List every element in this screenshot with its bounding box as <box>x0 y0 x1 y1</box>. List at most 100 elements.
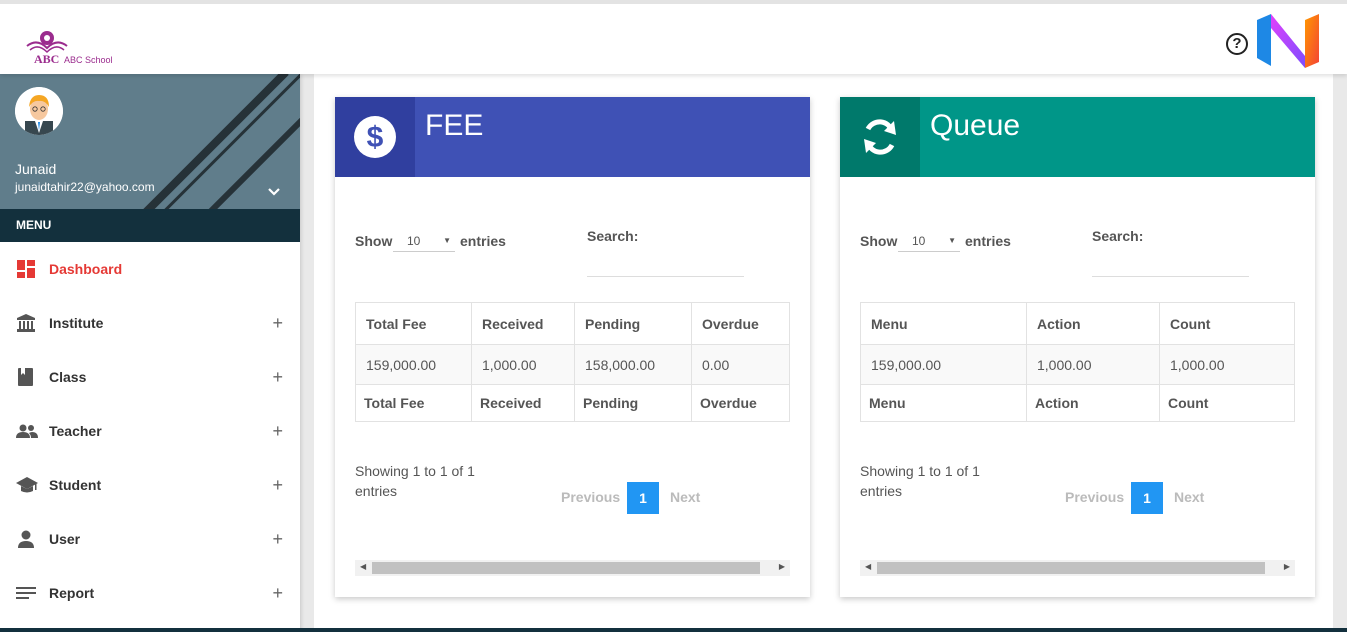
table-header-row: Menu Action Count <box>860 302 1295 345</box>
queue-card-header: Queue <box>840 97 1315 177</box>
expand-plus-icon[interactable]: + <box>272 583 283 604</box>
bottom-strip <box>0 628 1347 632</box>
people-icon <box>16 421 38 441</box>
horizontal-scrollbar[interactable]: ◀ ▶ <box>860 560 1295 576</box>
table-row: 159,000.00 1,000.00 158,000.00 0.00 <box>355 344 790 385</box>
logo-school-text: ABC School <box>64 55 113 65</box>
column-footer: Pending <box>574 384 692 422</box>
column-header[interactable]: Received <box>471 302 575 345</box>
expand-plus-icon[interactable]: + <box>272 475 283 496</box>
table-cell: 1,000.00 <box>1159 344 1295 385</box>
sidebar-item-user[interactable]: User + <box>0 512 300 566</box>
previous-page-button[interactable]: Previous <box>1065 489 1124 505</box>
entries-label: entries <box>965 233 1011 249</box>
current-page-button[interactable]: 1 <box>627 482 659 514</box>
help-icon[interactable]: ? <box>1226 33 1248 55</box>
sidebar-item-dashboard[interactable]: Dashboard <box>0 242 300 296</box>
sidebar-item-label: Institute <box>49 315 104 331</box>
table-info-line: Showing 1 to 1 of 1 <box>355 463 475 479</box>
menu-heading: MENU <box>0 209 300 242</box>
sidebar-item-label: Student <box>49 477 102 493</box>
fee-card-title: FEE <box>425 109 484 142</box>
scrollbar-thumb[interactable] <box>372 562 760 574</box>
sidebar-item-label: Dashboard <box>49 261 123 277</box>
column-footer: Menu <box>860 384 1027 422</box>
logo-abc-text: ABC <box>34 52 60 66</box>
sidebar-item-label: Class <box>49 369 87 385</box>
table-footer-row: Total Fee Received Pending Overdue <box>355 384 790 422</box>
search-input[interactable] <box>587 276 744 277</box>
column-header[interactable]: Overdue <box>691 302 790 345</box>
main-content: $ FEE Show 10 ▼ entries Search: Total Fe… <box>314 74 1333 632</box>
entries-select[interactable]: 10 ▼ <box>898 230 960 252</box>
table-info: Showing 1 to 1 of 1 entries <box>860 461 980 501</box>
scroll-right-icon[interactable]: ▶ <box>1284 562 1290 571</box>
show-label: Show <box>355 233 393 249</box>
book-icon <box>16 367 36 387</box>
sidebar-item-label: Report <box>49 585 95 601</box>
sidebar-item-teacher[interactable]: Teacher + <box>0 404 300 458</box>
column-header[interactable]: Menu <box>860 302 1027 345</box>
dropdown-arrow-icon: ▼ <box>443 236 451 245</box>
queue-card-title: Queue <box>930 109 1021 142</box>
scroll-right-icon[interactable]: ▶ <box>779 562 785 571</box>
user-name: Junaid <box>15 161 57 177</box>
search-label: Search: <box>587 228 639 244</box>
current-page-button[interactable]: 1 <box>1131 482 1163 514</box>
user-email: junaidtahir22@yahoo.com <box>15 180 155 194</box>
sidebar: Junaid junaidtahir22@yahoo.com MENU Dash… <box>0 74 300 632</box>
sidebar-item-report[interactable]: Report + <box>0 566 300 620</box>
expand-plus-icon[interactable]: + <box>272 421 283 442</box>
chevron-down-icon[interactable] <box>267 184 281 200</box>
table-header-row: Total Fee Received Pending Overdue <box>355 302 790 345</box>
dropdown-arrow-icon: ▼ <box>948 236 956 245</box>
brand-n-logo-icon[interactable] <box>1255 12 1323 70</box>
school-logo[interactable]: ABC ABC School <box>22 26 132 70</box>
list-icon <box>16 583 36 603</box>
fee-table: Total Fee Received Pending Overdue 159,0… <box>355 302 790 422</box>
entries-label: entries <box>460 233 506 249</box>
table-cell: 159,000.00 <box>860 344 1027 385</box>
queue-table: Menu Action Count 159,000.00 1,000.00 1,… <box>860 302 1295 422</box>
expand-plus-icon[interactable]: + <box>272 313 283 334</box>
show-label: Show <box>860 233 898 249</box>
table-cell: 1,000.00 <box>471 344 575 385</box>
dollar-icon: $ <box>335 97 415 177</box>
scrollbar-thumb[interactable] <box>877 562 1265 574</box>
fee-card-header: $ FEE <box>335 97 810 177</box>
entries-select[interactable]: 10 ▼ <box>393 230 455 252</box>
column-header[interactable]: Pending <box>574 302 692 345</box>
next-page-button[interactable]: Next <box>670 489 700 505</box>
bank-icon <box>16 313 36 333</box>
previous-page-button[interactable]: Previous <box>561 489 620 505</box>
table-row: 159,000.00 1,000.00 1,000.00 <box>860 344 1295 385</box>
column-footer: Received <box>471 384 575 422</box>
entries-select-value: 10 <box>912 234 926 248</box>
table-footer-row: Menu Action Count <box>860 384 1295 422</box>
sidebar-item-student[interactable]: Student + <box>0 458 300 512</box>
column-footer: Action <box>1026 384 1160 422</box>
table-cell: 159,000.00 <box>355 344 472 385</box>
horizontal-scrollbar[interactable]: ◀ ▶ <box>355 560 790 576</box>
avatar[interactable] <box>15 87 63 135</box>
column-header[interactable]: Total Fee <box>355 302 472 345</box>
sidebar-item-institute[interactable]: Institute + <box>0 296 300 350</box>
scroll-left-icon[interactable]: ◀ <box>360 562 366 571</box>
scroll-left-icon[interactable]: ◀ <box>865 562 871 571</box>
queue-card: Queue Show 10 ▼ entries Search: Menu Act… <box>840 97 1315 597</box>
table-info: Showing 1 to 1 of 1 entries <box>355 461 475 501</box>
column-header[interactable]: Action <box>1026 302 1160 345</box>
search-input[interactable] <box>1092 276 1249 277</box>
column-header[interactable]: Count <box>1159 302 1295 345</box>
table-info-line: Showing 1 to 1 of 1 <box>860 463 980 479</box>
next-page-button[interactable]: Next <box>1174 489 1204 505</box>
sidebar-item-class[interactable]: Class + <box>0 350 300 404</box>
table-cell: 1,000.00 <box>1026 344 1160 385</box>
table-cell: 158,000.00 <box>574 344 692 385</box>
refresh-icon <box>840 97 920 177</box>
expand-plus-icon[interactable]: + <box>272 367 283 388</box>
user-info-panel: Junaid junaidtahir22@yahoo.com <box>0 74 300 209</box>
table-cell: 0.00 <box>691 344 790 385</box>
table-info-line: entries <box>860 483 903 499</box>
expand-plus-icon[interactable]: + <box>272 529 283 550</box>
